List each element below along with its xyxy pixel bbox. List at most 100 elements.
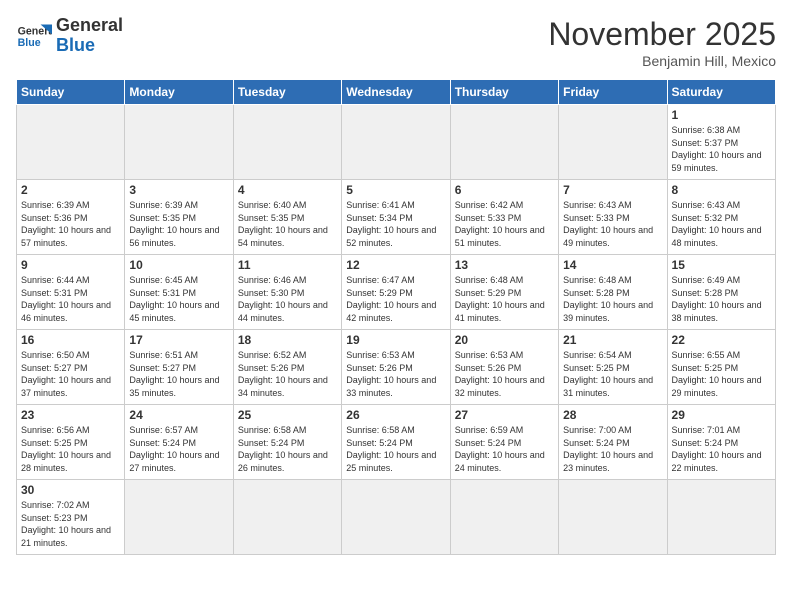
- day-number: 12: [346, 258, 445, 272]
- day-number: 9: [21, 258, 120, 272]
- calendar-week-row: 30 Sunrise: 7:02 AM Sunset: 5:23 PM Dayli…: [17, 480, 776, 555]
- calendar-cell: [17, 105, 125, 180]
- day-number: 6: [455, 183, 554, 197]
- day-number: 1: [672, 108, 771, 122]
- day-number: 15: [672, 258, 771, 272]
- day-number: 17: [129, 333, 228, 347]
- day-number: 8: [672, 183, 771, 197]
- day-info: Sunrise: 6:55 AM Sunset: 5:25 PM Dayligh…: [672, 349, 771, 399]
- day-info: Sunrise: 6:43 AM Sunset: 5:32 PM Dayligh…: [672, 199, 771, 249]
- day-number: 29: [672, 408, 771, 422]
- location: Benjamin Hill, Mexico: [548, 53, 776, 69]
- day-number: 11: [238, 258, 337, 272]
- day-info: Sunrise: 6:59 AM Sunset: 5:24 PM Dayligh…: [455, 424, 554, 474]
- day-number: 13: [455, 258, 554, 272]
- weekday-row: SundayMondayTuesdayWednesdayThursdayFrid…: [17, 80, 776, 105]
- day-info: Sunrise: 6:39 AM Sunset: 5:35 PM Dayligh…: [129, 199, 228, 249]
- calendar-week-row: 23 Sunrise: 6:56 AM Sunset: 5:25 PM Dayli…: [17, 405, 776, 480]
- calendar-cell: 2Sunrise: 6:39 AM Sunset: 5:36 PM Daylig…: [17, 180, 125, 255]
- day-info: Sunrise: 6:45 AM Sunset: 5:31 PM Dayligh…: [129, 274, 228, 324]
- day-info: Sunrise: 6:52 AM Sunset: 5:26 PM Dayligh…: [238, 349, 337, 399]
- day-info: Sunrise: 6:39 AM Sunset: 5:36 PM Dayligh…: [21, 199, 120, 249]
- day-number: 26: [346, 408, 445, 422]
- calendar-cell: 21 Sunrise: 6:54 AM Sunset: 5:25 PM Dayli…: [559, 330, 667, 405]
- day-info: Sunrise: 6:44 AM Sunset: 5:31 PM Dayligh…: [21, 274, 120, 324]
- calendar-cell: 9 Sunrise: 6:44 AM Sunset: 5:31 PM Daylig…: [17, 255, 125, 330]
- calendar-cell: [342, 105, 450, 180]
- calendar-cell: 24Sunrise: 6:57 AM Sunset: 5:24 PM Dayli…: [125, 405, 233, 480]
- day-info: Sunrise: 7:00 AM Sunset: 5:24 PM Dayligh…: [563, 424, 662, 474]
- calendar-cell: 12Sunrise: 6:47 AM Sunset: 5:29 PM Dayli…: [342, 255, 450, 330]
- calendar-cell: [233, 480, 341, 555]
- calendar-cell: 22 Sunrise: 6:55 AM Sunset: 5:25 PM Dayli…: [667, 330, 775, 405]
- calendar-body: 1 Sunrise: 6:38 AM Sunset: 5:37 PM Daylig…: [17, 105, 776, 555]
- weekday-header: Monday: [125, 80, 233, 105]
- day-info: Sunrise: 6:49 AM Sunset: 5:28 PM Dayligh…: [672, 274, 771, 324]
- calendar-cell: 7Sunrise: 6:43 AM Sunset: 5:33 PM Daylig…: [559, 180, 667, 255]
- day-info: Sunrise: 6:53 AM Sunset: 5:26 PM Dayligh…: [346, 349, 445, 399]
- day-number: 5: [346, 183, 445, 197]
- day-number: 16: [21, 333, 120, 347]
- day-number: 21: [563, 333, 662, 347]
- day-info: Sunrise: 6:40 AM Sunset: 5:35 PM Dayligh…: [238, 199, 337, 249]
- calendar-cell: [125, 105, 233, 180]
- day-info: Sunrise: 7:02 AM Sunset: 5:23 PM Dayligh…: [21, 499, 120, 549]
- day-number: 22: [672, 333, 771, 347]
- day-info: Sunrise: 6:43 AM Sunset: 5:33 PM Dayligh…: [563, 199, 662, 249]
- calendar-cell: 28 Sunrise: 7:00 AM Sunset: 5:24 PM Dayli…: [559, 405, 667, 480]
- calendar-cell: [125, 480, 233, 555]
- weekday-header: Saturday: [667, 80, 775, 105]
- day-number: 18: [238, 333, 337, 347]
- calendar-cell: 26 Sunrise: 6:58 AM Sunset: 5:24 PM Dayli…: [342, 405, 450, 480]
- day-number: 23: [21, 408, 120, 422]
- calendar-week-row: 16 Sunrise: 6:50 AM Sunset: 5:27 PM Dayli…: [17, 330, 776, 405]
- calendar-cell: 19 Sunrise: 6:53 AM Sunset: 5:26 PM Dayli…: [342, 330, 450, 405]
- day-number: 24: [129, 408, 228, 422]
- day-number: 27: [455, 408, 554, 422]
- day-number: 28: [563, 408, 662, 422]
- calendar-cell: 5 Sunrise: 6:41 AM Sunset: 5:34 PM Daylig…: [342, 180, 450, 255]
- calendar-cell: [450, 480, 558, 555]
- calendar-cell: 14Sunrise: 6:48 AM Sunset: 5:28 PM Dayli…: [559, 255, 667, 330]
- day-info: Sunrise: 6:42 AM Sunset: 5:33 PM Dayligh…: [455, 199, 554, 249]
- calendar-cell: [342, 480, 450, 555]
- weekday-header: Sunday: [17, 80, 125, 105]
- calendar-cell: 23 Sunrise: 6:56 AM Sunset: 5:25 PM Dayli…: [17, 405, 125, 480]
- calendar-cell: 10Sunrise: 6:45 AM Sunset: 5:31 PM Dayli…: [125, 255, 233, 330]
- calendar-cell: 30 Sunrise: 7:02 AM Sunset: 5:23 PM Dayli…: [17, 480, 125, 555]
- day-number: 25: [238, 408, 337, 422]
- calendar-cell: 29Sunrise: 7:01 AM Sunset: 5:24 PM Dayli…: [667, 405, 775, 480]
- svg-text:Blue: Blue: [18, 37, 41, 49]
- day-info: Sunrise: 6:58 AM Sunset: 5:24 PM Dayligh…: [238, 424, 337, 474]
- day-info: Sunrise: 6:41 AM Sunset: 5:34 PM Dayligh…: [346, 199, 445, 249]
- calendar-cell: 8 Sunrise: 6:43 AM Sunset: 5:32 PM Daylig…: [667, 180, 775, 255]
- day-info: Sunrise: 6:48 AM Sunset: 5:29 PM Dayligh…: [455, 274, 554, 324]
- logo: General Blue General Blue: [16, 16, 123, 56]
- calendar-cell: 18 Sunrise: 6:52 AM Sunset: 5:26 PM Dayli…: [233, 330, 341, 405]
- calendar-cell: 13 Sunrise: 6:48 AM Sunset: 5:29 PM Dayli…: [450, 255, 558, 330]
- day-info: Sunrise: 6:38 AM Sunset: 5:37 PM Dayligh…: [672, 124, 771, 174]
- day-info: Sunrise: 6:46 AM Sunset: 5:30 PM Dayligh…: [238, 274, 337, 324]
- day-number: 20: [455, 333, 554, 347]
- day-info: Sunrise: 6:51 AM Sunset: 5:27 PM Dayligh…: [129, 349, 228, 399]
- day-info: Sunrise: 6:50 AM Sunset: 5:27 PM Dayligh…: [21, 349, 120, 399]
- calendar-cell: [559, 105, 667, 180]
- day-number: 14: [563, 258, 662, 272]
- calendar-cell: [559, 480, 667, 555]
- calendar-cell: 16 Sunrise: 6:50 AM Sunset: 5:27 PM Dayli…: [17, 330, 125, 405]
- logo-blue: Blue: [56, 36, 123, 56]
- calendar-cell: 25 Sunrise: 6:58 AM Sunset: 5:24 PM Dayli…: [233, 405, 341, 480]
- calendar-cell: 20Sunrise: 6:53 AM Sunset: 5:26 PM Dayli…: [450, 330, 558, 405]
- calendar-table: SundayMondayTuesdayWednesdayThursdayFrid…: [16, 79, 776, 555]
- logo-icon: General Blue: [16, 18, 52, 54]
- calendar-cell: 6 Sunrise: 6:42 AM Sunset: 5:33 PM Daylig…: [450, 180, 558, 255]
- calendar-cell: 27 Sunrise: 6:59 AM Sunset: 5:24 PM Dayli…: [450, 405, 558, 480]
- day-number: 19: [346, 333, 445, 347]
- day-info: Sunrise: 6:54 AM Sunset: 5:25 PM Dayligh…: [563, 349, 662, 399]
- day-number: 30: [21, 483, 120, 497]
- day-info: Sunrise: 6:58 AM Sunset: 5:24 PM Dayligh…: [346, 424, 445, 474]
- calendar-week-row: 2Sunrise: 6:39 AM Sunset: 5:36 PM Daylig…: [17, 180, 776, 255]
- calendar-cell: 3Sunrise: 6:39 AM Sunset: 5:35 PM Daylig…: [125, 180, 233, 255]
- calendar-cell: [450, 105, 558, 180]
- day-info: Sunrise: 6:56 AM Sunset: 5:25 PM Dayligh…: [21, 424, 120, 474]
